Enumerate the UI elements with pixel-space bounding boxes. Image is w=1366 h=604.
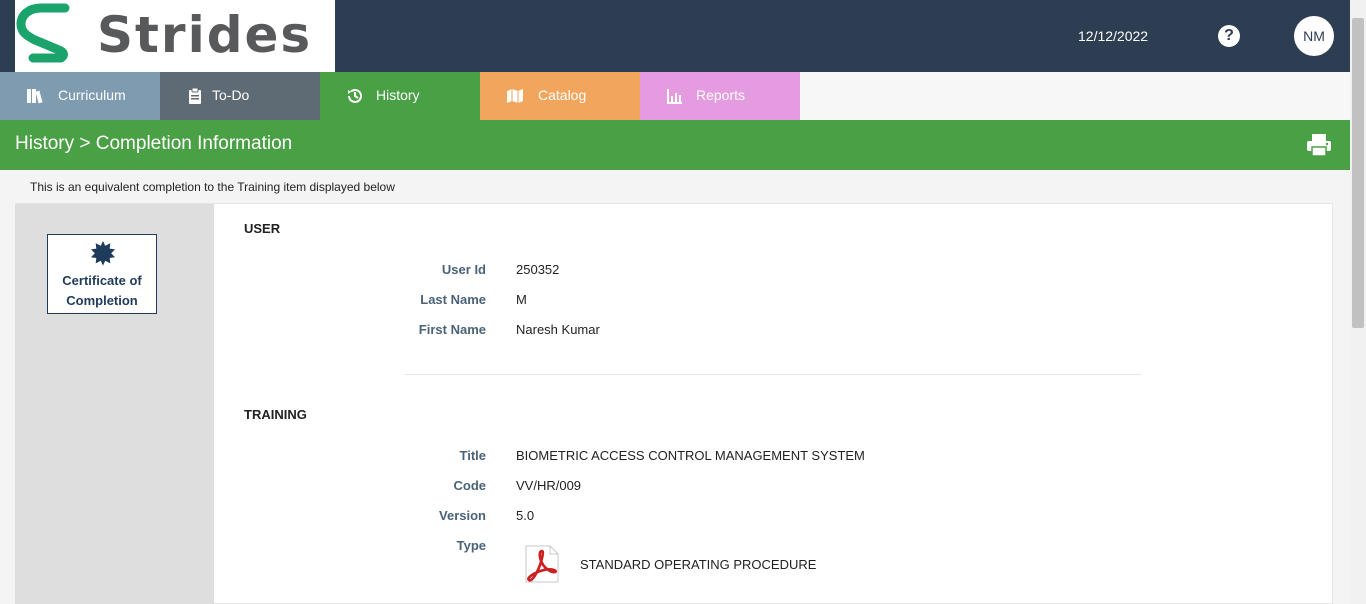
version-value: 5.0 xyxy=(516,508,535,523)
books-icon xyxy=(27,89,43,104)
main-navigation: Curriculum To-Do History Catalog Reports xyxy=(0,72,1350,120)
scrollbar-thumb[interactable] xyxy=(1352,18,1364,328)
breadcrumb: History > Completion Information xyxy=(15,133,293,154)
first-name-value: Naresh Kumar xyxy=(516,322,600,337)
first-name-label: First Name xyxy=(418,322,486,337)
user-id-label: User Id xyxy=(441,262,486,277)
history-icon xyxy=(348,88,362,103)
tab-curriculum-label: Curriculum xyxy=(58,87,126,103)
logo-text: Strides xyxy=(97,6,313,64)
last-name-label: Last Name xyxy=(420,292,486,307)
certificate-label: Certificate of Completion xyxy=(48,271,156,311)
title-value: BIOMETRIC ACCESS CONTROL MANAGEMENT SYST… xyxy=(516,448,865,463)
type-value: STANDARD OPERATING PROCEDURE xyxy=(580,557,817,572)
user-avatar[interactable]: NM xyxy=(1294,16,1334,56)
title-label: Title xyxy=(459,448,487,463)
tab-catalog-label: Catalog xyxy=(538,87,587,103)
section-divider xyxy=(405,374,1141,375)
user-id-value: 250352 xyxy=(516,262,560,277)
last-name-value: M xyxy=(516,292,527,307)
equivalent-completion-note: This is an equivalent completion to the … xyxy=(30,180,395,194)
chart-icon xyxy=(667,89,682,104)
current-date: 12/12/2022 xyxy=(1078,28,1149,44)
help-icon[interactable]: ? xyxy=(1218,25,1240,47)
tab-curriculum[interactable]: Curriculum xyxy=(0,72,160,120)
map-icon xyxy=(507,89,523,103)
clipboard-icon xyxy=(189,87,201,104)
version-label: Version xyxy=(439,508,486,523)
print-icon[interactable] xyxy=(1306,133,1332,157)
training-section-heading: TRAINING xyxy=(244,407,307,422)
page-title-bar: History > Completion Information xyxy=(0,120,1350,170)
certificate-label-line1: Certificate of xyxy=(62,273,142,288)
code-label: Code xyxy=(453,478,487,493)
tab-todo-label: To-Do xyxy=(212,87,250,103)
tab-history[interactable]: History xyxy=(320,72,480,120)
tab-reports[interactable]: Reports xyxy=(640,72,800,120)
user-section-heading: USER xyxy=(244,221,281,236)
tab-reports-label: Reports xyxy=(696,87,746,103)
strides-logo[interactable]: Strides xyxy=(15,0,335,72)
tab-history-label: History xyxy=(376,87,420,103)
code-value: VV/HR/009 xyxy=(516,478,582,493)
strides-logo-mark-icon xyxy=(16,3,70,63)
certificate-button[interactable]: Certificate of Completion xyxy=(47,234,157,314)
pdf-document-icon[interactable] xyxy=(522,545,562,583)
tab-catalog[interactable]: Catalog xyxy=(480,72,640,120)
certificate-seal-icon xyxy=(91,241,115,266)
tab-todo[interactable]: To-Do xyxy=(160,72,320,120)
certificate-label-line2: Completion xyxy=(66,293,138,308)
type-label: Type xyxy=(456,538,486,553)
top-header: Strides 12/12/2022 ? NM xyxy=(0,0,1350,72)
